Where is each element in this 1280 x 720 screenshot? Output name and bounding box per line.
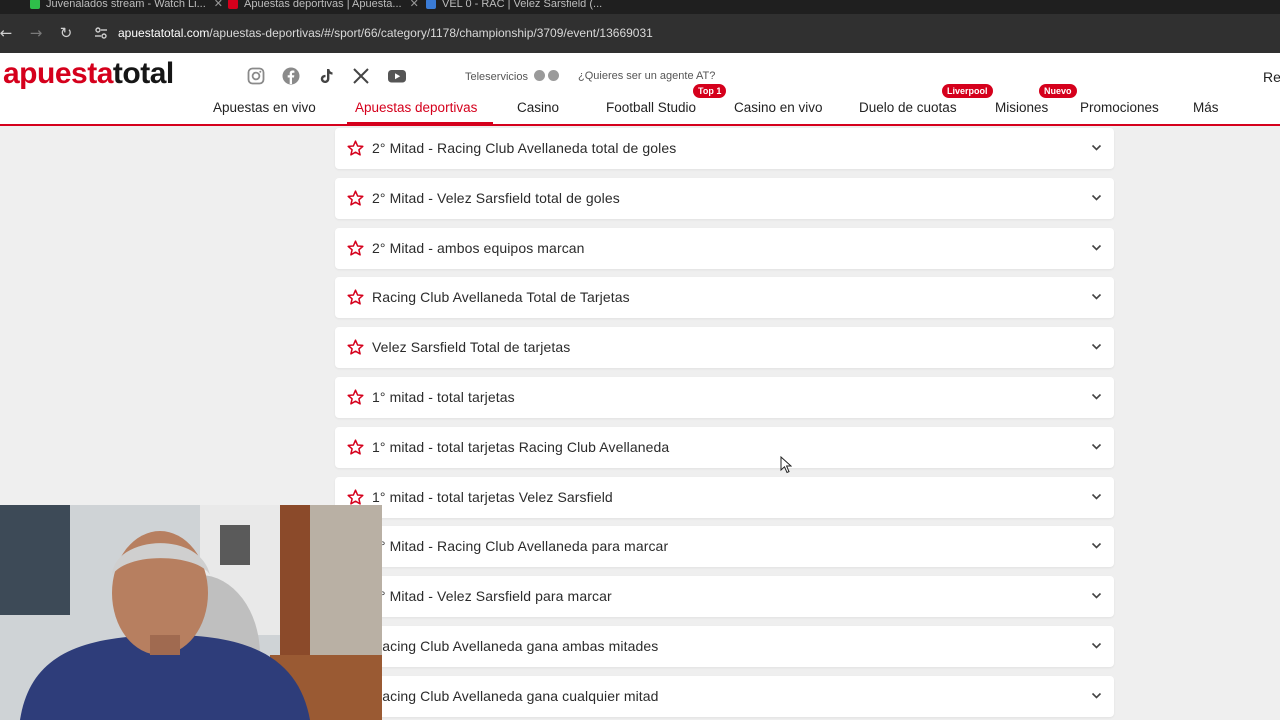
- instagram-icon[interactable]: [247, 67, 265, 85]
- tab-title: VEL 0 - RAC | Velez Sarsfield (...: [442, 0, 603, 10]
- market-row[interactable]: 1° mitad - total tarjetas Velez Sarsfiel…: [335, 476, 1114, 518]
- market-row[interactable]: 2° Mitad - Velez Sarsfield total de gole…: [335, 177, 1114, 219]
- market-title: 1° Mitad - Velez Sarsfield para marcar: [372, 588, 612, 605]
- chevron-down-icon[interactable]: [1091, 342, 1102, 351]
- nav-casino[interactable]: Casino: [517, 100, 559, 115]
- x-twitter-icon[interactable]: [352, 67, 370, 85]
- chevron-down-icon[interactable]: [1091, 193, 1102, 202]
- telegram-icon: [533, 70, 545, 81]
- market-title: 1° mitad - total tarjetas: [372, 389, 515, 405]
- tab-favicon-icon: [30, 0, 40, 10]
- favorite-star-icon[interactable]: [347, 289, 364, 306]
- tab-close-icon[interactable]: ✕: [410, 0, 419, 10]
- tab-title: Apuestas deportivas | Apuesta...: [244, 0, 402, 10]
- market-title: 2° Mitad - Velez Sarsfield total de gole…: [372, 189, 620, 206]
- chevron-down-icon[interactable]: [1091, 492, 1102, 501]
- nav-active-underline: [347, 122, 493, 124]
- nav-football-studio[interactable]: Football Studio: [606, 100, 696, 115]
- favorite-star-icon[interactable]: [347, 339, 364, 356]
- market-row[interactable]: 1° mitad - total tarjetas: [335, 377, 1114, 418]
- webcam-overlay: [0, 505, 382, 720]
- site-header: apuestatotal Teleservicios ¿Quieres ser …: [0, 53, 1280, 126]
- webcam-image: [0, 505, 382, 720]
- nav-promociones[interactable]: Promociones: [1080, 100, 1159, 115]
- teleservicios-link[interactable]: Teleservicios: [465, 70, 559, 83]
- favorite-star-icon[interactable]: [347, 389, 364, 406]
- market-title: 1° mitad - total tarjetas Racing Club Av…: [372, 438, 670, 455]
- market-row[interactable]: Racing Club Avellaneda Total de Tarjetas: [335, 277, 1114, 319]
- address-bar[interactable]: apuestatotal.com/apuestas-deportivas/#/s…: [118, 26, 653, 40]
- tiktok-icon[interactable]: [317, 67, 335, 85]
- favorite-star-icon[interactable]: [347, 190, 364, 207]
- market-title: 1° mitad - total tarjetas Velez Sarsfiel…: [372, 488, 613, 505]
- nav-apuestas-deportivas[interactable]: Apuestas deportivas: [355, 100, 477, 115]
- nav-misiones[interactable]: Misiones: [995, 100, 1048, 115]
- teleservicios-label: Teleservicios: [465, 71, 528, 83]
- browser-toolbar: ← → ↻ apuestatotal.com/apuestas-deportiv…: [0, 14, 1280, 53]
- market-title: 2° Mitad - ambos equipos marcan: [372, 239, 585, 256]
- badge-top-1: Top 1: [693, 84, 727, 98]
- market-title: Velez Sarsfield Total de tarjetas: [372, 339, 571, 356]
- market-row[interactable]: 1° mitad - total tarjetas Racing Club Av…: [335, 426, 1114, 468]
- market-row[interactable]: Racing Club Avellaneda gana ambas mitade…: [335, 626, 1114, 667]
- chevron-down-icon[interactable]: [1091, 243, 1102, 252]
- browser-tab-active[interactable]: Apuestas deportivas | Apuesta... ✕: [228, 0, 419, 14]
- market-title: Racing Club Avellaneda gana ambas mitade…: [372, 638, 659, 654]
- tab-favicon-icon: [426, 0, 436, 10]
- logo-part-1: apuesta: [3, 57, 113, 90]
- messenger-icon: [547, 70, 559, 81]
- badge-nuevo: Nuevo: [1039, 84, 1077, 98]
- register-link[interactable]: Re: [1263, 69, 1280, 85]
- favorite-star-icon[interactable]: [347, 439, 364, 456]
- browser-tab[interactable]: Juvenalados stream - Watch Li... ✕: [30, 0, 223, 14]
- agente-link[interactable]: ¿Quieres ser un agente AT?: [578, 70, 715, 82]
- nav-duelo-de-cuotas[interactable]: Duelo de cuotas: [859, 100, 957, 115]
- tab-close-icon[interactable]: ✕: [214, 0, 223, 10]
- market-title: 2° Mitad - Racing Club Avellaneda total …: [372, 140, 677, 156]
- chevron-down-icon[interactable]: [1091, 442, 1102, 451]
- badge-liverpool: Liverpool: [942, 84, 993, 98]
- logo-part-2: total: [112, 57, 174, 90]
- market-row[interactable]: 2° Mitad - ambos equipos marcan: [335, 227, 1114, 269]
- chevron-down-icon[interactable]: [1091, 641, 1102, 650]
- forward-arrow-icon[interactable]: →: [26, 23, 46, 43]
- favorite-star-icon[interactable]: [347, 489, 364, 506]
- facebook-icon[interactable]: [282, 67, 300, 85]
- market-title: Racing Club Avellaneda Total de Tarjetas: [372, 289, 630, 306]
- market-title: Racing Club Avellaneda gana cualquier mi…: [372, 687, 659, 704]
- chevron-down-icon[interactable]: [1091, 143, 1102, 152]
- market-row[interactable]: 2° Mitad - Racing Club Avellaneda total …: [335, 128, 1114, 169]
- chevron-down-icon[interactable]: [1091, 292, 1102, 301]
- market-row[interactable]: 1° Mitad - Velez Sarsfield para marcar: [335, 576, 1114, 618]
- back-arrow-icon[interactable]: ←: [0, 23, 16, 43]
- market-row[interactable]: Racing Club Avellaneda gana cualquier mi…: [335, 675, 1114, 717]
- nav-casino-en-vivo[interactable]: Casino en vivo: [734, 100, 823, 115]
- url-domain: apuestatotal.com: [118, 26, 210, 40]
- chevron-down-icon[interactable]: [1091, 392, 1102, 401]
- site-settings-icon[interactable]: [94, 26, 108, 40]
- url-path: /apuestas-deportivas/#/sport/66/category…: [209, 26, 653, 40]
- favorite-star-icon[interactable]: [347, 240, 364, 257]
- market-title: 1° Mitad - Racing Club Avellaneda para m…: [372, 538, 669, 555]
- tab-title: Juvenalados stream - Watch Li...: [46, 0, 206, 10]
- chevron-down-icon[interactable]: [1091, 691, 1102, 700]
- market-row[interactable]: 1° Mitad - Racing Club Avellaneda para m…: [335, 526, 1114, 568]
- browser-tab[interactable]: VEL 0 - RAC | Velez Sarsfield (...: [426, 0, 602, 14]
- market-row[interactable]: Velez Sarsfield Total de tarjetas: [335, 327, 1114, 369]
- logo[interactable]: apuestatotal: [3, 57, 174, 91]
- chevron-down-icon[interactable]: [1091, 541, 1102, 550]
- favorite-star-icon[interactable]: [347, 140, 364, 157]
- youtube-icon[interactable]: [387, 67, 407, 85]
- mouse-cursor-icon: [780, 456, 792, 474]
- nav-mas[interactable]: Más: [1193, 100, 1219, 115]
- nav-apuestas-en-vivo[interactable]: Apuestas en vivo: [213, 100, 316, 115]
- reload-icon[interactable]: ↻: [56, 23, 76, 43]
- tab-favicon-icon: [228, 0, 238, 10]
- chevron-down-icon[interactable]: [1091, 591, 1102, 600]
- browser-tab-strip: Juvenalados stream - Watch Li... ✕ Apuest…: [0, 0, 1280, 14]
